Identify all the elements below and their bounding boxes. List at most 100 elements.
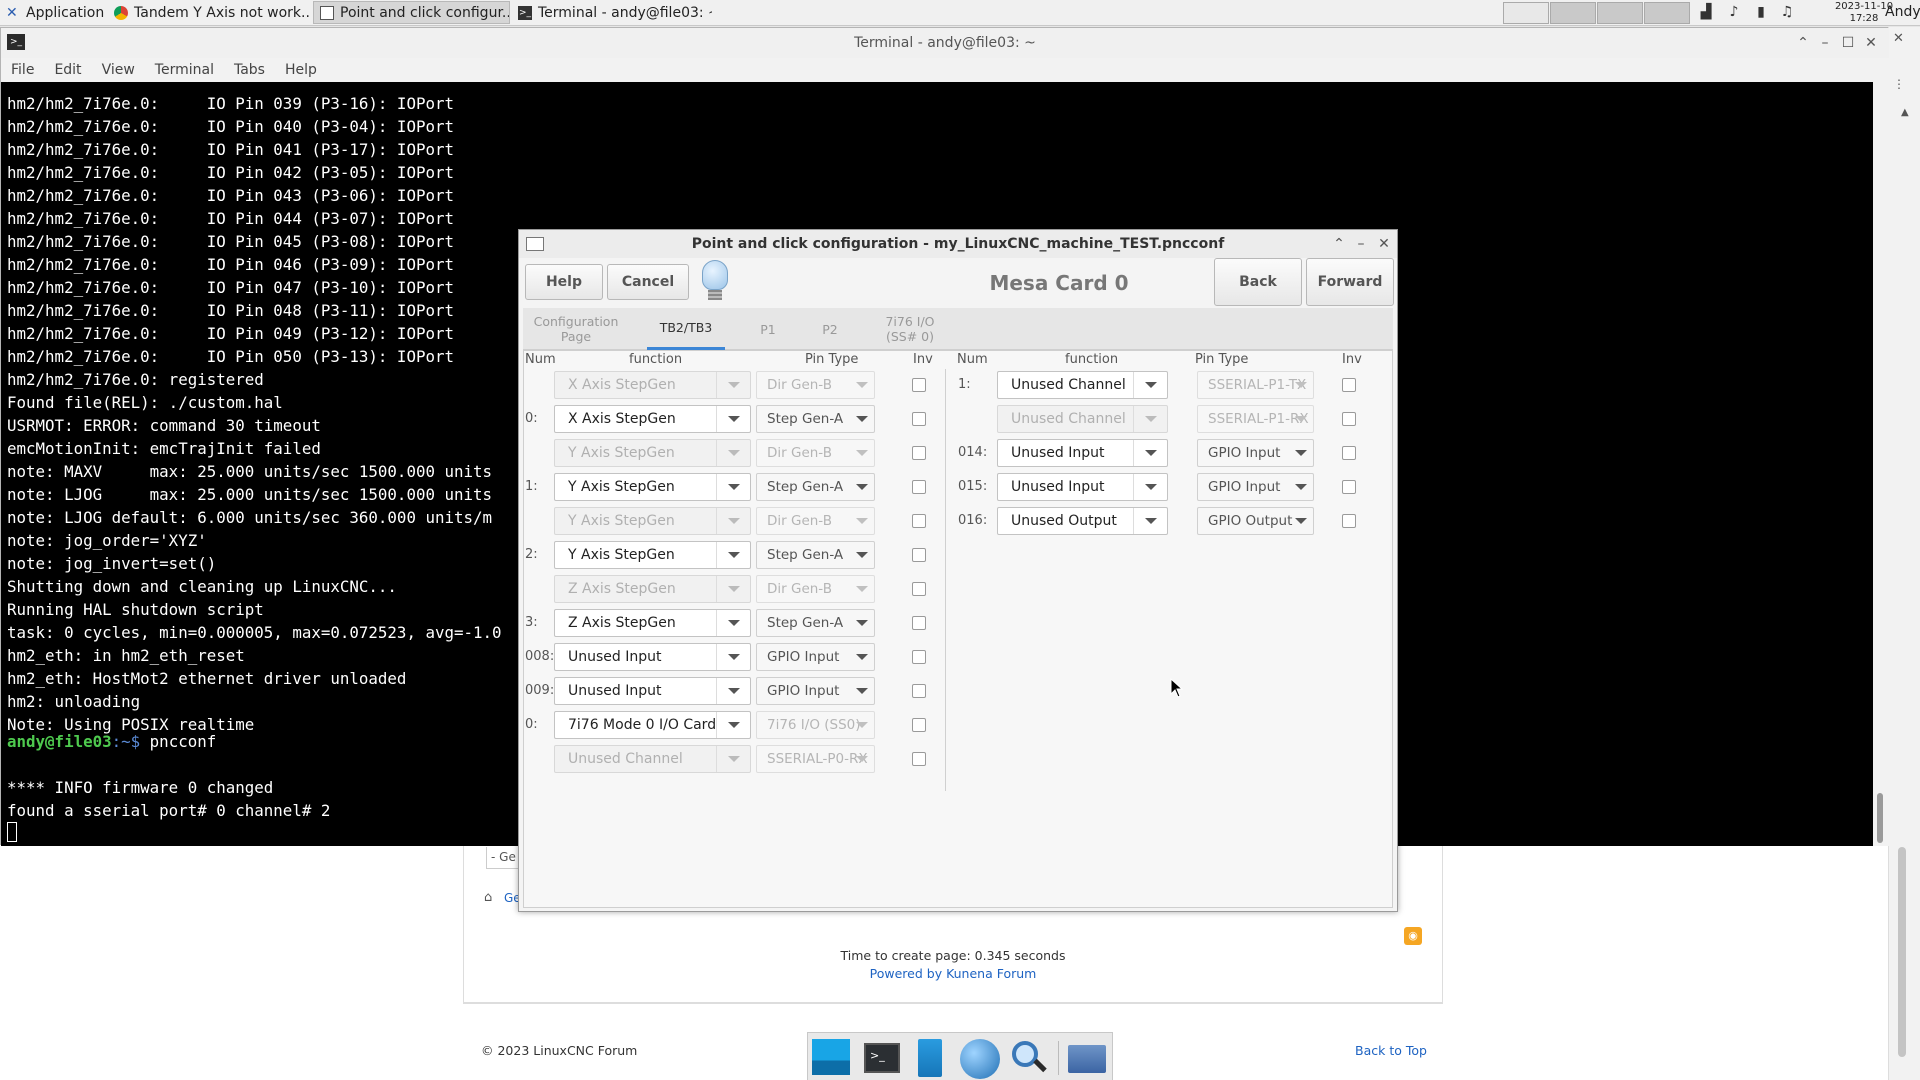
function-combo[interactable]: Unused Input: [997, 439, 1168, 467]
dropdown-arrow-icon[interactable]: [1295, 450, 1307, 456]
pin-type-combo[interactable]: SSERIAL-P0-RX: [756, 745, 875, 773]
pin-type-combo[interactable]: GPIO Input: [1197, 439, 1314, 467]
pin-type-combo[interactable]: SSERIAL-P1-RX: [1197, 405, 1314, 433]
dropdown-arrow-icon[interactable]: [716, 610, 750, 636]
invert-checkbox[interactable]: [912, 582, 926, 596]
pin-type-combo[interactable]: Step Gen-A: [756, 473, 875, 501]
dropdown-arrow-icon[interactable]: [716, 542, 750, 568]
dock-file-manager-icon[interactable]: [918, 1039, 942, 1077]
invert-checkbox[interactable]: [912, 412, 926, 426]
pin-type-combo[interactable]: Step Gen-A: [756, 609, 875, 637]
dock-folder-icon[interactable]: [1068, 1045, 1106, 1073]
dropdown-arrow-icon[interactable]: [856, 450, 868, 456]
forward-button[interactable]: Forward: [1306, 258, 1394, 306]
volume-icon[interactable]: ♪: [1726, 4, 1742, 20]
back-to-top-link[interactable]: Back to Top: [1355, 1043, 1427, 1058]
dock-search-icon[interactable]: [1012, 1041, 1048, 1075]
invert-checkbox[interactable]: [1342, 446, 1356, 460]
workspace-1[interactable]: [1503, 2, 1549, 24]
terminal-maximize-up-icon[interactable]: ⌃: [1793, 28, 1813, 58]
dropdown-arrow-icon[interactable]: [716, 372, 750, 398]
dropdown-arrow-icon[interactable]: [856, 586, 868, 592]
kebab-menu-icon[interactable]: ⋮: [1893, 77, 1905, 91]
function-combo[interactable]: Y Axis StepGen: [554, 541, 751, 569]
rss-icon[interactable]: ◉: [1404, 927, 1422, 945]
tab-p2[interactable]: P2: [807, 308, 853, 350]
applications-menu[interactable]: ✕ Applications: [0, 1, 105, 24]
dropdown-arrow-icon[interactable]: [1295, 416, 1307, 422]
invert-checkbox[interactable]: [1342, 412, 1356, 426]
dropdown-arrow-icon[interactable]: [856, 518, 868, 524]
scroll-up-icon[interactable]: ▲: [1901, 107, 1909, 118]
dropdown-arrow-icon[interactable]: [1133, 474, 1167, 500]
dropdown-arrow-icon[interactable]: [1133, 372, 1167, 398]
function-combo[interactable]: Unused Output: [997, 507, 1168, 535]
function-combo[interactable]: Unused Channel: [997, 405, 1168, 433]
tab-p1[interactable]: P1: [745, 308, 791, 350]
menu-file[interactable]: File: [1, 58, 44, 82]
dock-terminal-icon[interactable]: >_: [864, 1043, 900, 1073]
network-icon[interactable]: ▟: [1698, 4, 1714, 20]
notification-bell-icon[interactable]: ♫: [1779, 4, 1795, 20]
invert-checkbox[interactable]: [912, 650, 926, 664]
terminal-scrollbar[interactable]: [1873, 82, 1889, 846]
function-combo[interactable]: Unused Input: [554, 643, 751, 671]
terminal-close-icon[interactable]: ✕: [1861, 28, 1881, 58]
function-combo[interactable]: X Axis StepGen: [554, 405, 751, 433]
tab-tb2-tb3[interactable]: TB2/TB3: [647, 308, 725, 350]
function-combo[interactable]: Z Axis StepGen: [554, 575, 751, 603]
dropdown-arrow-icon[interactable]: [1133, 440, 1167, 466]
invert-checkbox[interactable]: [912, 718, 926, 732]
dropdown-arrow-icon[interactable]: [856, 688, 868, 694]
show-desktop-icon[interactable]: [812, 1039, 850, 1075]
powered-by-link[interactable]: Powered by Kunena Forum: [464, 966, 1442, 981]
invert-checkbox[interactable]: [912, 684, 926, 698]
function-combo[interactable]: 7i76 Mode 0 I/O Card: [554, 711, 751, 739]
user-menu[interactable]: Andy: [1885, 4, 1920, 20]
workspace-2[interactable]: [1550, 2, 1596, 24]
menu-edit[interactable]: Edit: [44, 58, 91, 82]
browser-scroll-thumb[interactable]: [1898, 847, 1906, 1057]
pin-type-combo[interactable]: Step Gen-A: [756, 541, 875, 569]
browser-scrollbar[interactable]: ⋮ ▲ ✕: [1888, 27, 1920, 1080]
invert-checkbox[interactable]: [1342, 480, 1356, 494]
function-combo[interactable]: Y Axis StepGen: [554, 439, 751, 467]
tab-configuration-page[interactable]: Configuration Page: [527, 308, 625, 350]
function-combo[interactable]: Y Axis StepGen: [554, 507, 751, 535]
function-combo[interactable]: Unused Input: [554, 677, 751, 705]
terminal-minimize-icon[interactable]: –: [1815, 28, 1835, 58]
dropdown-arrow-icon[interactable]: [856, 416, 868, 422]
dropdown-arrow-icon[interactable]: [856, 484, 868, 490]
help-button[interactable]: Help: [525, 264, 603, 300]
function-combo[interactable]: Unused Channel: [554, 745, 751, 773]
menu-terminal[interactable]: Terminal: [145, 58, 224, 82]
pin-type-combo[interactable]: GPIO Input: [756, 643, 875, 671]
pin-type-combo[interactable]: GPIO Output: [1197, 507, 1314, 535]
dropdown-arrow-icon[interactable]: [856, 552, 868, 558]
dropdown-arrow-icon[interactable]: [1133, 406, 1167, 432]
task-chrome[interactable]: Tandem Y Axis not work...: [108, 1, 311, 24]
terminal-scroll-thumb[interactable]: [1877, 793, 1883, 843]
dropdown-arrow-icon[interactable]: [716, 712, 750, 738]
terminal-app-icon[interactable]: >_: [7, 34, 25, 50]
menu-help[interactable]: Help: [275, 58, 327, 82]
menu-tabs[interactable]: Tabs: [224, 58, 275, 82]
pin-type-combo[interactable]: Dir Gen-B: [756, 507, 875, 535]
function-combo[interactable]: Unused Input: [997, 473, 1168, 501]
dropdown-arrow-icon[interactable]: [716, 746, 750, 772]
tab-7i76-io[interactable]: 7i76 I/O (SS# 0): [869, 308, 951, 350]
dropdown-arrow-icon[interactable]: [856, 382, 868, 388]
dropdown-arrow-icon[interactable]: [1295, 518, 1307, 524]
pin-type-combo[interactable]: Dir Gen-B: [756, 575, 875, 603]
workspace-4[interactable]: [1644, 2, 1690, 24]
dock-web-browser-icon[interactable]: [960, 1039, 1000, 1079]
dropdown-arrow-icon[interactable]: [716, 440, 750, 466]
dropdown-arrow-icon[interactable]: [1295, 382, 1307, 388]
cancel-button[interactable]: Cancel: [607, 264, 689, 300]
back-button[interactable]: Back: [1214, 258, 1302, 306]
workspace-3[interactable]: [1597, 2, 1643, 24]
dialog-window-icon[interactable]: [526, 237, 544, 251]
invert-checkbox[interactable]: [912, 616, 926, 630]
browser-close-icon[interactable]: ✕: [1893, 31, 1904, 46]
dropdown-arrow-icon[interactable]: [856, 756, 868, 762]
